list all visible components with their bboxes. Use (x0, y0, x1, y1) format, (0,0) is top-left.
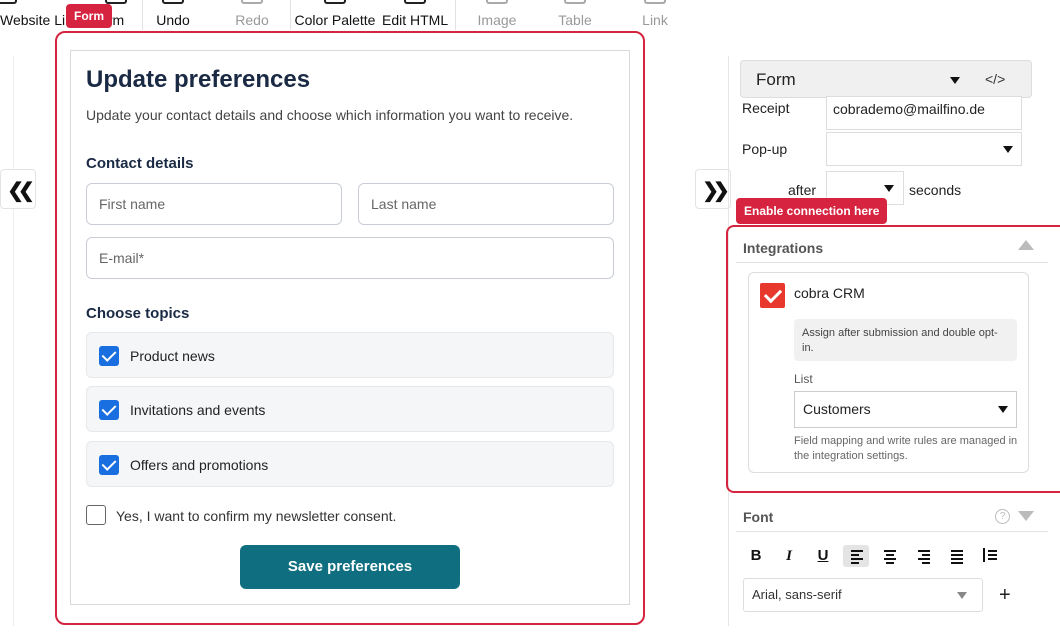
justify-button[interactable] (944, 545, 970, 567)
italic-button[interactable]: I (776, 545, 802, 567)
receipt-value: cobrademo@mailfino.de (833, 101, 985, 117)
list-label: List (794, 372, 813, 386)
undo-label: Undo (156, 12, 190, 28)
line-height-icon (977, 545, 1003, 567)
edit-html-label: Edit HTML (382, 12, 449, 28)
form-title: Update preferences (86, 66, 311, 93)
popup-label: Pop-up (742, 141, 788, 157)
chevron-down-icon (957, 592, 967, 599)
font-family-select[interactable]: Arial, sans-serif (743, 578, 983, 612)
popup-select[interactable] (826, 132, 1022, 166)
table-icon (564, 0, 586, 4)
assign-note: Assign after submission and double opt-i… (794, 319, 1017, 361)
collapse-left-button[interactable]: ❮❮ (0, 169, 36, 209)
last-name-field[interactable]: Last name (358, 183, 614, 225)
receipt-field[interactable]: cobrademo@mailfino.de (826, 96, 1022, 130)
edit-html-button[interactable]: Edit HTML (382, 0, 448, 34)
list-select[interactable]: Customers (794, 391, 1017, 428)
website-link-label: Website Li (0, 12, 66, 28)
collapse-up-icon[interactable] (1018, 240, 1034, 250)
checkbox-checked-icon[interactable] (99, 400, 119, 420)
color-palette-label: Color Palette (294, 12, 376, 28)
align-center-icon (877, 545, 903, 567)
crm-name: cobra CRM (794, 285, 865, 301)
topic-label: Product news (130, 348, 215, 364)
justify-icon (944, 545, 970, 567)
editor-toolbar: Website Li rm Undo Redo Color Palette Ed… (0, 0, 1060, 34)
font-heading[interactable]: Font (743, 509, 773, 525)
expand-right-button[interactable]: ❯❯ (695, 169, 731, 209)
color-palette-button[interactable]: Color Palette (294, 0, 376, 34)
topic-offers-promotions[interactable]: Offers and promotions (86, 441, 614, 487)
divider (736, 262, 1048, 263)
chevron-down-icon (998, 406, 1008, 413)
first-name-field[interactable]: First name (86, 183, 342, 225)
crm-enabled-checkbox[interactable] (760, 283, 785, 308)
table-button[interactable]: Table (552, 0, 598, 34)
toolbar-divider (455, 0, 456, 30)
topic-invitations-events[interactable]: Invitations and events (86, 386, 614, 432)
seconds-label: seconds (909, 182, 962, 198)
font-family-value: Arial, sans-serif (752, 587, 842, 602)
element-type-value: Form (756, 70, 796, 89)
choose-topics-heading: Choose topics (86, 305, 190, 322)
enable-connection-badge: Enable connection here (736, 198, 888, 224)
list-value: Customers (803, 401, 871, 417)
edit-html-icon (404, 0, 426, 4)
divider (736, 531, 1048, 532)
add-font-icon[interactable]: + (999, 584, 1011, 607)
save-preferences-button[interactable]: Save preferences (240, 545, 460, 589)
align-left-icon (843, 545, 869, 567)
line-height-button[interactable] (977, 545, 1003, 567)
toolbar-divider (142, 0, 143, 30)
align-left-button[interactable] (843, 545, 869, 567)
bold-button[interactable]: B (743, 545, 769, 567)
link-label: Link (642, 12, 668, 28)
topic-label: Invitations and events (130, 402, 266, 418)
redo-button[interactable]: Redo (230, 0, 274, 34)
undo-icon (162, 0, 184, 4)
receipt-label: Receipt (742, 100, 790, 116)
image-label: Image (477, 12, 517, 28)
form-description: Update your contact details and choose w… (86, 107, 574, 123)
align-center-button[interactable] (877, 545, 903, 567)
undo-button[interactable]: Undo (150, 0, 196, 34)
redo-label: Redo (235, 12, 269, 28)
align-right-icon (911, 545, 937, 567)
image-icon (486, 0, 508, 4)
color-palette-icon (324, 0, 346, 4)
redo-icon (241, 0, 263, 4)
email-field[interactable]: E-mail* (86, 237, 614, 279)
link-icon (644, 0, 666, 4)
topic-label: Offers and promotions (130, 457, 269, 473)
checkbox-checked-icon[interactable] (99, 346, 119, 366)
double-chevron-left-icon: ❮❮ (7, 180, 34, 202)
consent-label: Yes, I want to confirm my newsletter con… (116, 508, 397, 524)
chevron-down-icon (1003, 146, 1013, 153)
website-link-button[interactable]: Website Li (0, 0, 66, 34)
image-button[interactable]: Image (472, 0, 522, 34)
double-chevron-right-icon: ❯❯ (702, 180, 729, 202)
expand-down-icon[interactable] (1018, 511, 1034, 521)
website-link-icon (0, 0, 17, 4)
mapping-note: Field mapping and write rules are manage… (794, 435, 1018, 462)
form-tag-badge: Form (66, 4, 112, 28)
topic-product-news[interactable]: Product news (86, 332, 614, 378)
toolbar-divider (290, 0, 291, 30)
link-button[interactable]: Link (634, 0, 676, 34)
chevron-down-icon (950, 77, 960, 84)
align-right-button[interactable] (911, 545, 937, 567)
checkbox-checked-icon[interactable] (99, 455, 119, 475)
table-label: Table (558, 12, 592, 28)
contact-details-heading: Contact details (86, 155, 194, 172)
integrations-heading[interactable]: Integrations (743, 240, 823, 256)
underline-button[interactable]: U (810, 545, 836, 567)
chevron-down-icon (884, 185, 894, 192)
consent-checkbox[interactable] (86, 505, 106, 525)
code-icon[interactable]: </> (985, 71, 1005, 87)
left-rail (0, 56, 14, 626)
help-icon[interactable]: ? (995, 509, 1010, 524)
after-label: after (788, 182, 817, 198)
